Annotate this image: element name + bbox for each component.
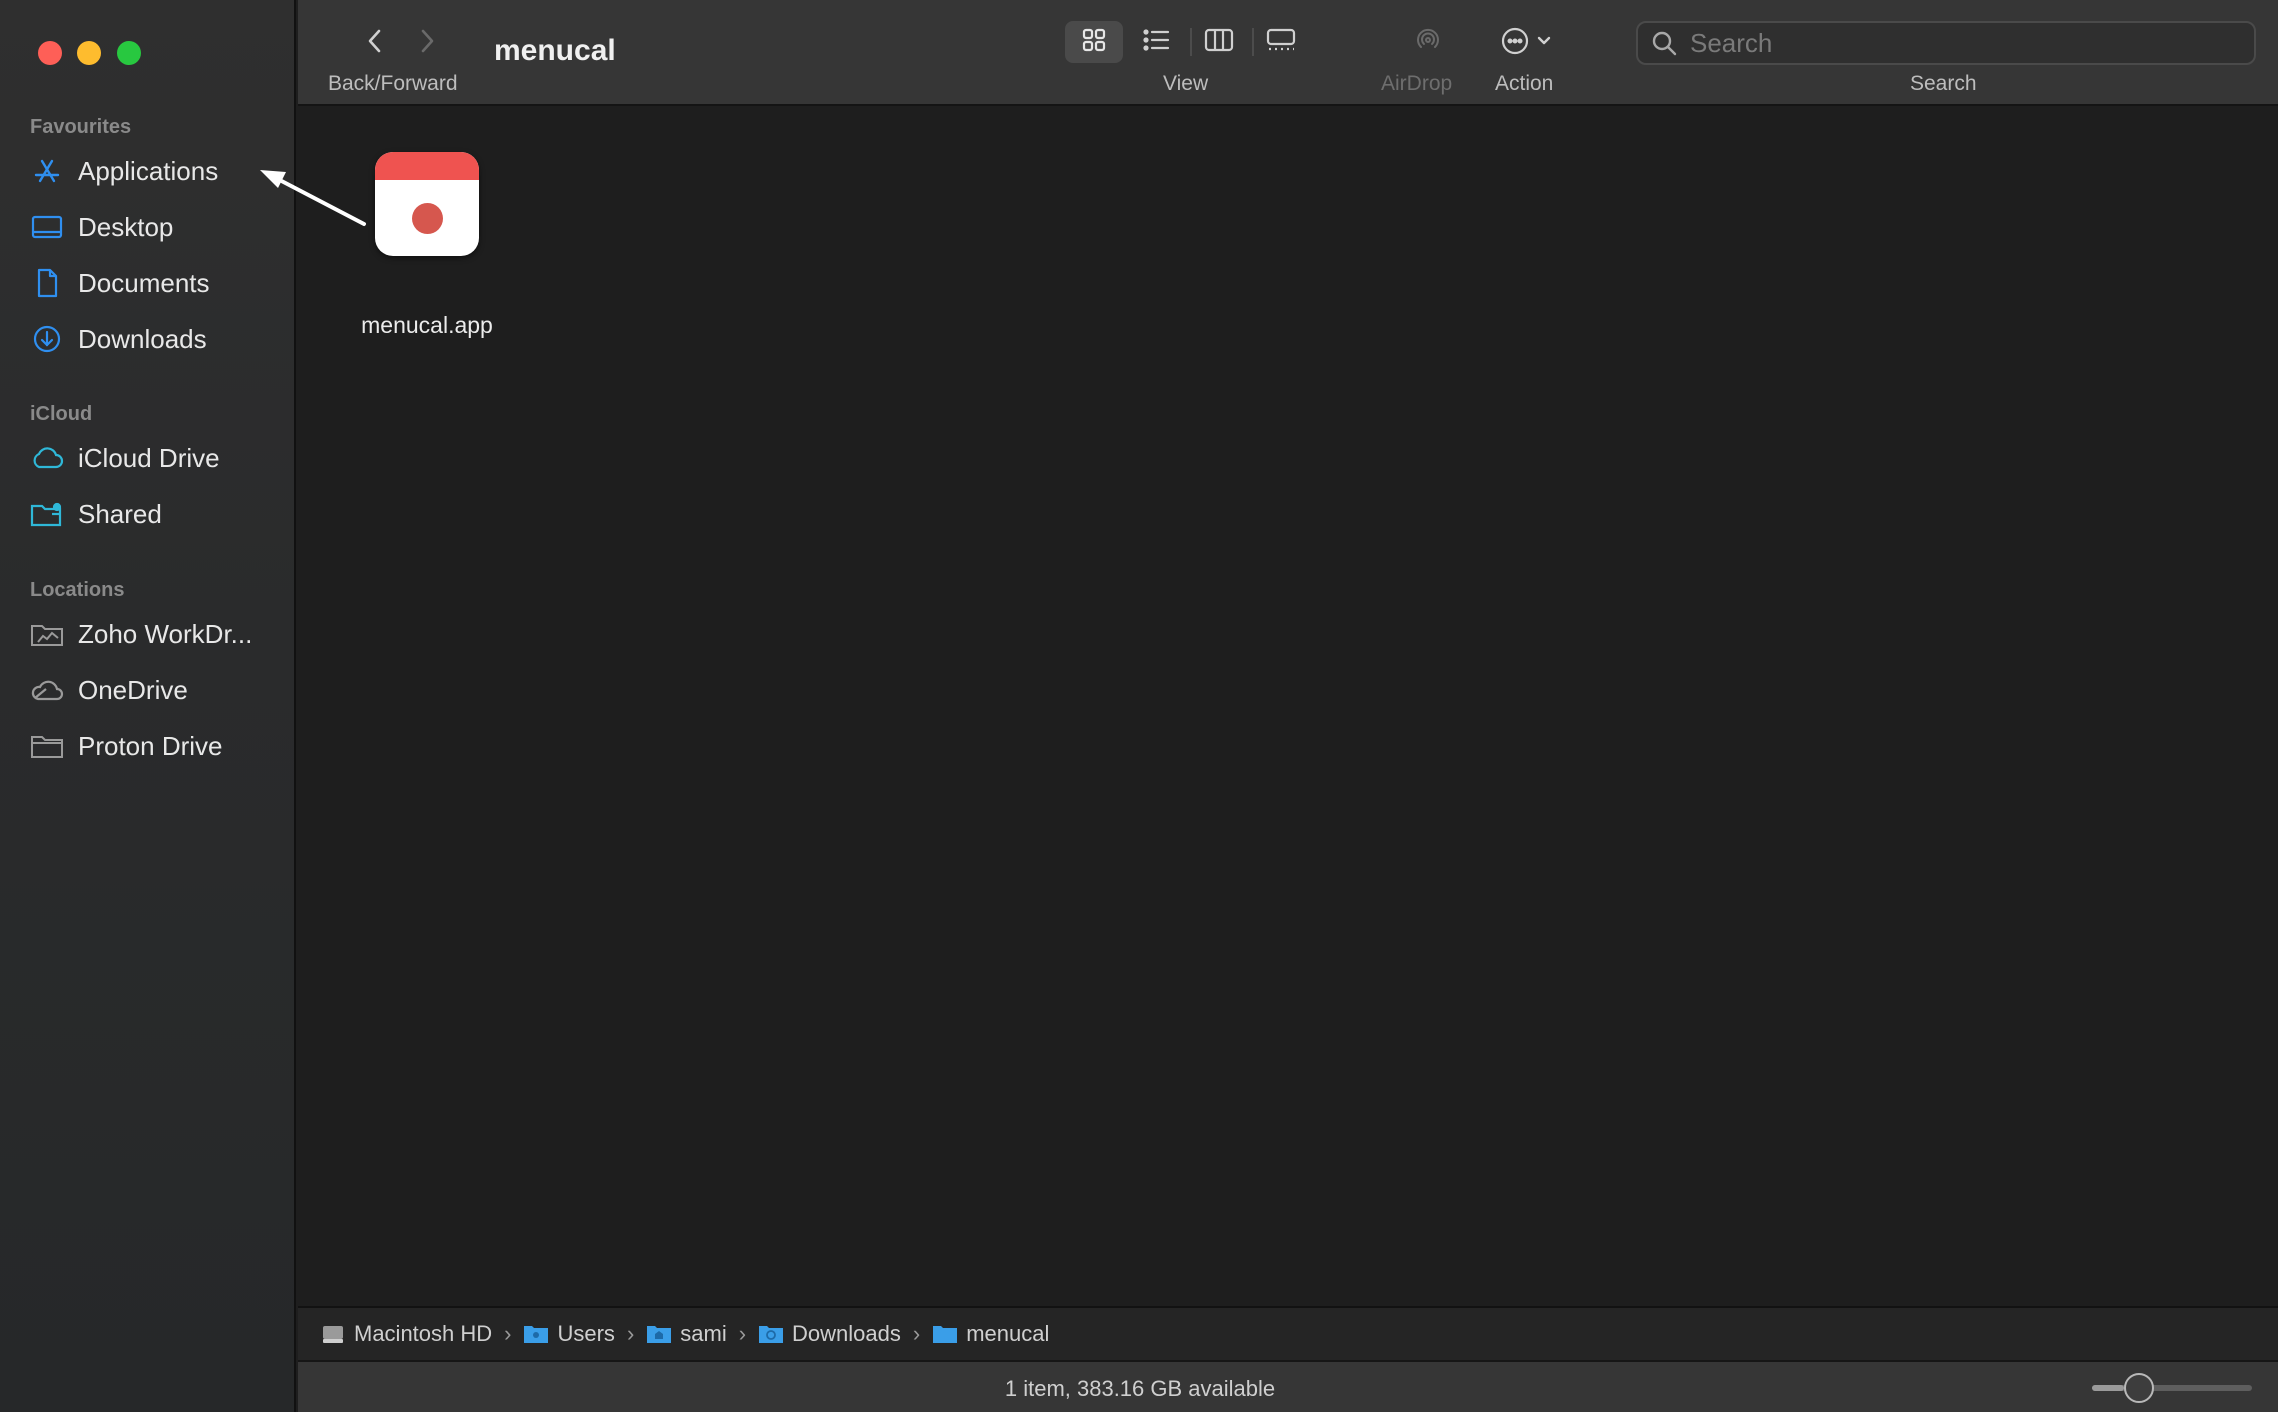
search-field[interactable] [1636,21,2256,65]
sidebar-item-label: Downloads [78,323,207,354]
slider-fill [2092,1385,2124,1391]
folder-icon [932,1321,958,1347]
path-crumb-menucal[interactable]: menucal [932,1321,1049,1347]
sidebar-item-shared[interactable]: Shared [30,491,280,537]
path-crumb-macintosh-hd[interactable]: Macintosh HD [320,1321,492,1347]
sidebar-item-desktop[interactable]: Desktop [30,204,280,250]
sidebar: Favourites Applications Desktop Document… [0,0,296,1412]
path-crumb-downloads[interactable]: Downloads [758,1321,901,1347]
folder-icon [523,1321,549,1347]
folder-icon [30,617,64,651]
sidebar-item-label: Applications [78,155,219,186]
back-forward-label: Back/Forward [328,72,458,95]
search-input[interactable] [1688,26,2232,60]
calendar-app-icon [375,152,479,256]
file-name: menucal.app [361,312,493,338]
zoom-window-button[interactable] [117,41,141,65]
toolbar: Back/Forward menucal View AirDrop Action… [298,0,2278,106]
ellipsis-circle-icon [1500,26,1530,61]
action-label: Action [1495,72,1554,95]
downloads-icon [30,322,64,356]
desktop-icon [30,210,64,244]
path-crumb-sami[interactable]: sami [646,1321,727,1347]
gallery-icon [1265,27,1297,58]
chevron-right-icon: › [626,1321,635,1346]
search-label: Search [1910,72,1977,95]
finder-window: Favourites Applications Desktop Document… [0,0,2278,1412]
path-crumb-users[interactable]: Users [523,1321,615,1347]
column-view-button[interactable] [1190,21,1248,63]
sidebar-item-applications[interactable]: Applications [30,148,280,194]
cloud-icon [30,673,64,707]
sidebar-item-zoho-workdrive[interactable]: Zoho WorkDr... [30,611,280,657]
icon-size-slider[interactable] [2092,1373,2252,1403]
airdrop-label: AirDrop [1381,72,1453,95]
slider-knob[interactable] [2124,1373,2154,1403]
path-crumb-label: Users [557,1321,615,1346]
home-folder-icon [646,1321,672,1347]
columns-icon [1204,27,1234,58]
search-icon [1650,29,1678,57]
view-label: View [1163,72,1209,95]
path-bar: Macintosh HD › Users › sami › Downloads … [298,1306,2278,1360]
sidebar-item-proton-drive[interactable]: Proton Drive [30,723,280,769]
sidebar-item-label: iCloud Drive [78,442,220,473]
sidebar-item-label: Shared [78,498,162,529]
sidebar-item-downloads[interactable]: Downloads [30,316,280,362]
action-menu-button[interactable] [1494,22,1558,64]
list-icon [1142,28,1170,57]
chevron-right-icon: › [504,1321,512,1346]
status-bar: 1 item, 383.16 GB available [298,1360,2278,1412]
sidebar-item-icloud-drive[interactable]: iCloud Drive [30,435,280,481]
gallery-view-button[interactable] [1252,21,1310,63]
chevron-left-icon [367,28,383,59]
airdrop-button[interactable] [1405,22,1451,64]
minimize-window-button[interactable] [77,41,101,65]
shared-folder-icon [30,497,64,531]
icloud-icon [30,441,64,475]
sidebar-item-onedrive[interactable]: OneDrive [30,667,280,713]
sidebar-item-label: Zoho WorkDr... [78,618,253,649]
back-button[interactable] [360,26,390,60]
sidebar-item-documents[interactable]: Documents [30,260,280,306]
sidebar-item-label: Desktop [78,211,174,242]
chevron-right-icon [419,28,435,59]
forward-button[interactable] [412,26,442,60]
path-crumb-label: sami [680,1321,727,1346]
sidebar-item-label: OneDrive [78,674,188,705]
file-browser-content: menucal.app [298,106,2278,1306]
sidebar-item-label: Proton Drive [78,730,223,761]
icon-view-button[interactable] [1065,21,1123,63]
document-icon [30,266,64,300]
airdrop-icon [1412,25,1444,62]
folder-icon [30,729,64,763]
applications-icon [30,154,64,188]
drag-arrow-annotation [260,170,366,226]
close-window-button[interactable] [38,41,62,65]
chevron-right-icon: › [912,1321,921,1346]
path-crumb-label: Downloads [792,1321,901,1346]
status-text: 1 item, 383.16 GB available [1004,1376,1276,1401]
grid-icon [1081,27,1107,58]
sidebar-section-locations: Locations [30,579,125,601]
downloads-folder-icon [758,1321,784,1347]
list-view-button[interactable] [1127,21,1185,63]
sidebar-section-icloud: iCloud [30,403,93,425]
sidebar-section-favourites: Favourites [30,116,132,138]
chevron-right-icon: › [738,1321,747,1346]
window-title: menucal [494,34,616,67]
path-crumb-label: Macintosh HD [354,1321,493,1346]
path-crumb-label: menucal [966,1321,1050,1346]
chevron-down-icon [1536,34,1552,52]
hard-drive-icon [320,1321,346,1347]
sidebar-item-label: Documents [78,267,210,298]
